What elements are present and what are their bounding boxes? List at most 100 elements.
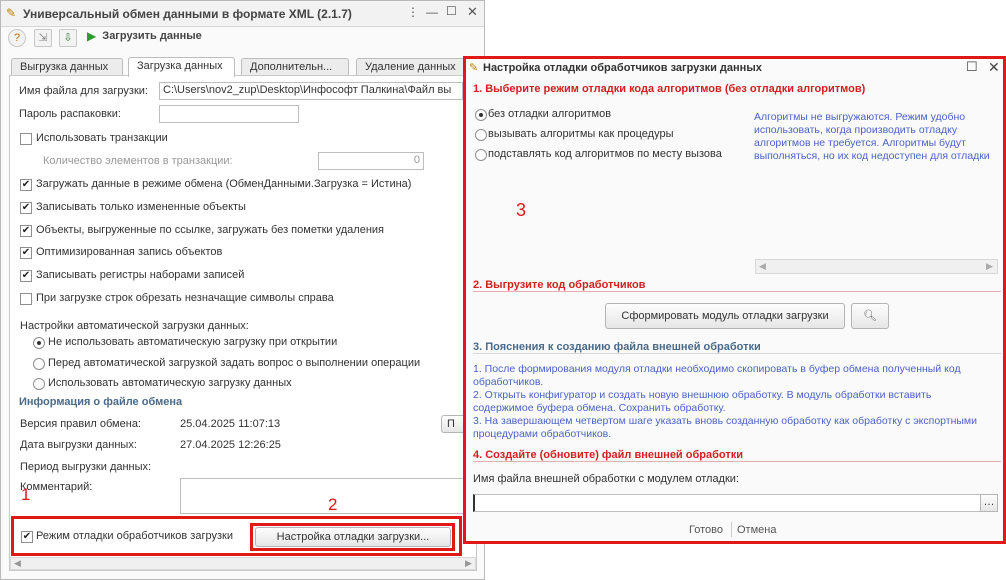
- password-input[interactable]: [159, 105, 299, 123]
- explanation-line-3: 3. На завершающем четвертом шаге указать…: [473, 415, 978, 440]
- load-data-button[interactable]: ▶ Загрузить данные: [87, 29, 202, 47]
- checkbox-register-sets-label: Записывать регистры наборами записей: [36, 269, 245, 281]
- checkbox-trim-label: При загрузке строк обрезать незначащие с…: [36, 292, 334, 304]
- annotation-2: 2: [328, 495, 338, 514]
- algorithm-description-box: Алгоритмы не выгружаются. Режим удобно и…: [754, 111, 1000, 163]
- annotation-3: 3: [516, 200, 527, 220]
- debug-settings-dialog: ✎ Настройка отладки обработчиков загрузк…: [463, 56, 1006, 544]
- radio-no-debug[interactable]: [475, 109, 487, 121]
- radio-no-debug-label: без отладки алгоритмов: [488, 108, 612, 120]
- explanation-text: 1. После формирования модуля отладки нео…: [473, 363, 993, 441]
- toolbar: ? ⇲ ⇩ ▶ Загрузить данные: [1, 27, 484, 49]
- auto-settings-label: Настройки автоматической загрузки данных…: [20, 320, 249, 332]
- radio-no-auto-label: Не использовать автоматическую загрузку …: [48, 336, 338, 348]
- tab-delete[interactable]: Удаление данных: [356, 58, 466, 76]
- window-title: Универсальный обмен данными в формате XM…: [23, 7, 352, 21]
- radio-no-auto[interactable]: [33, 337, 45, 349]
- dialog-icon: ✎: [469, 62, 479, 74]
- step3-header: 3. Пояснения к созданию файла внешней об…: [473, 341, 761, 353]
- scroll-left-icon[interactable]: ◀: [14, 558, 21, 569]
- radio-auto-label: Использовать автоматическую загрузку дан…: [48, 377, 292, 389]
- comment-field[interactable]: [180, 478, 467, 514]
- file-label: Имя файла для загрузки:: [19, 85, 148, 97]
- dialog-close-icon[interactable]: ✕: [988, 59, 1000, 76]
- checkbox-register-sets[interactable]: ✔: [20, 270, 32, 282]
- checkbox-debug-mode[interactable]: ✔: [21, 531, 33, 543]
- checkbox-exchange-mode-label: Загружать данные в режиме обмена (ОбменД…: [36, 178, 412, 190]
- description-scrollbar[interactable]: ◀ ▶: [755, 259, 998, 274]
- checkbox-trim[interactable]: [20, 293, 32, 305]
- comment-label: Комментарий:: [20, 481, 93, 493]
- password-label: Пароль распаковки:: [19, 108, 121, 120]
- footer-separator: [731, 522, 732, 537]
- external-file-input[interactable]: [473, 494, 981, 512]
- step4-header: 4. Создайте (обновите) файл внешней обра…: [473, 449, 743, 461]
- explanation-line-1: 1. После формирования модуля отладки нео…: [473, 363, 961, 388]
- dialog-title: Настройка отладки обработчиков загрузки …: [483, 62, 762, 74]
- step1-header: 1. Выберите режим отладки кода алгоритмо…: [473, 83, 866, 95]
- radio-ask-label: Перед автоматической загрузкой задать во…: [48, 357, 421, 369]
- main-titlebar: ✎ Универсальный обмен данными в формате …: [1, 1, 484, 27]
- info-header: Информация о файле обмена: [19, 396, 183, 408]
- scroll-right-icon[interactable]: ▶: [465, 558, 472, 569]
- ellipsis-icon: …: [983, 496, 995, 508]
- radio-as-procedures-label: вызывать алгоритмы как процедуры: [488, 128, 674, 140]
- rules-version-label: Версия правил обмена:: [20, 418, 141, 430]
- tab-import[interactable]: Загрузка данных: [128, 57, 235, 77]
- load-rules-icon[interactable]: ⇩: [59, 29, 77, 47]
- file-name-input[interactable]: C:\Users\nov2_zup\Desktop\Инфософт Палки…: [159, 82, 463, 100]
- radio-inline-label: подставлять код алгоритмов по месту вызо…: [488, 148, 722, 160]
- radio-ask[interactable]: [33, 358, 45, 370]
- play-icon: ▶: [87, 29, 97, 43]
- tab-additional[interactable]: Дополнительн...: [241, 58, 349, 76]
- radio-inline[interactable]: [475, 149, 487, 161]
- explanation-line-2: 2. Открыть конфигуратор и создать новую …: [473, 389, 932, 414]
- checkbox-transactions[interactable]: [20, 133, 32, 145]
- radio-as-procedures[interactable]: [475, 129, 487, 141]
- ok-button[interactable]: Готово: [689, 524, 723, 536]
- checkbox-optimized[interactable]: ✔: [20, 247, 32, 259]
- count-label: Количество элементов в транзакции:: [43, 155, 233, 167]
- help-icon[interactable]: ?: [8, 29, 26, 47]
- import-icon[interactable]: ⇲: [34, 29, 52, 47]
- minimize-icon[interactable]: —: [426, 5, 438, 19]
- checkbox-by-ref[interactable]: ✔: [20, 225, 32, 237]
- load-data-label: Загрузить данные: [102, 30, 202, 42]
- algorithm-description: Алгоритмы не выгружаются. Режим удобно и…: [754, 111, 990, 162]
- step3-divider: [473, 353, 1001, 354]
- export-date-value: 27.04.2025 12:26:25: [180, 439, 281, 451]
- checkbox-exchange-mode[interactable]: ✔: [20, 179, 32, 191]
- tab-export[interactable]: Выгрузка данных: [11, 58, 123, 76]
- step2-divider: [473, 291, 1001, 292]
- checkbox-by-ref-label: Объекты, выгруженные по ссылке, загружат…: [36, 224, 385, 236]
- checkbox-transactions-label: Использовать транзакции: [36, 132, 168, 144]
- checkbox-changed-only[interactable]: ✔: [20, 202, 32, 214]
- debug-settings-button[interactable]: Настройка отладки загрузки...: [255, 527, 451, 547]
- step2-header: 2. Выгрузите код обработчиков: [473, 279, 646, 291]
- checkbox-optimized-label: Оптимизированная запись объектов: [36, 246, 223, 258]
- desc-scroll-left-icon[interactable]: ◀: [759, 261, 766, 272]
- app-icon: ✎: [6, 6, 17, 20]
- main-window: ✎ Универсальный обмен данными в формате …: [0, 0, 485, 580]
- cancel-button[interactable]: Отмена: [737, 524, 776, 536]
- checkbox-changed-only-label: Записывать только измененные объекты: [36, 201, 246, 213]
- close-icon[interactable]: ✕: [467, 4, 478, 20]
- step4-divider: [473, 461, 1001, 462]
- more-icon[interactable]: ⋮: [407, 5, 419, 19]
- generate-module-button[interactable]: Сформировать модуль отладки загрузки: [605, 303, 845, 329]
- preview-module-button[interactable]: 🔍︎: [851, 303, 889, 329]
- maximize-icon[interactable]: ☐: [446, 4, 457, 18]
- count-input[interactable]: 0: [318, 152, 424, 170]
- magnifier-icon: 🔍︎: [863, 310, 877, 322]
- desc-scroll-right-icon[interactable]: ▶: [986, 261, 993, 272]
- horizontal-scrollbar[interactable]: ◀ ▶: [10, 557, 476, 570]
- radio-auto[interactable]: [33, 378, 45, 390]
- export-date-label: Дата выгрузки данных:: [20, 439, 137, 451]
- browse-button[interactable]: …: [980, 494, 998, 512]
- rules-version-value: 25.04.2025 11:07:13: [180, 418, 281, 430]
- period-label: Период выгрузки данных:: [20, 461, 152, 473]
- checkbox-debug-mode-label: Режим отладки обработчиков загрузки: [36, 530, 233, 542]
- annotation-1: 1: [21, 485, 31, 504]
- external-file-label: Имя файла внешней обработки с модулем от…: [473, 473, 739, 485]
- dialog-maximize-icon[interactable]: ☐: [966, 59, 978, 75]
